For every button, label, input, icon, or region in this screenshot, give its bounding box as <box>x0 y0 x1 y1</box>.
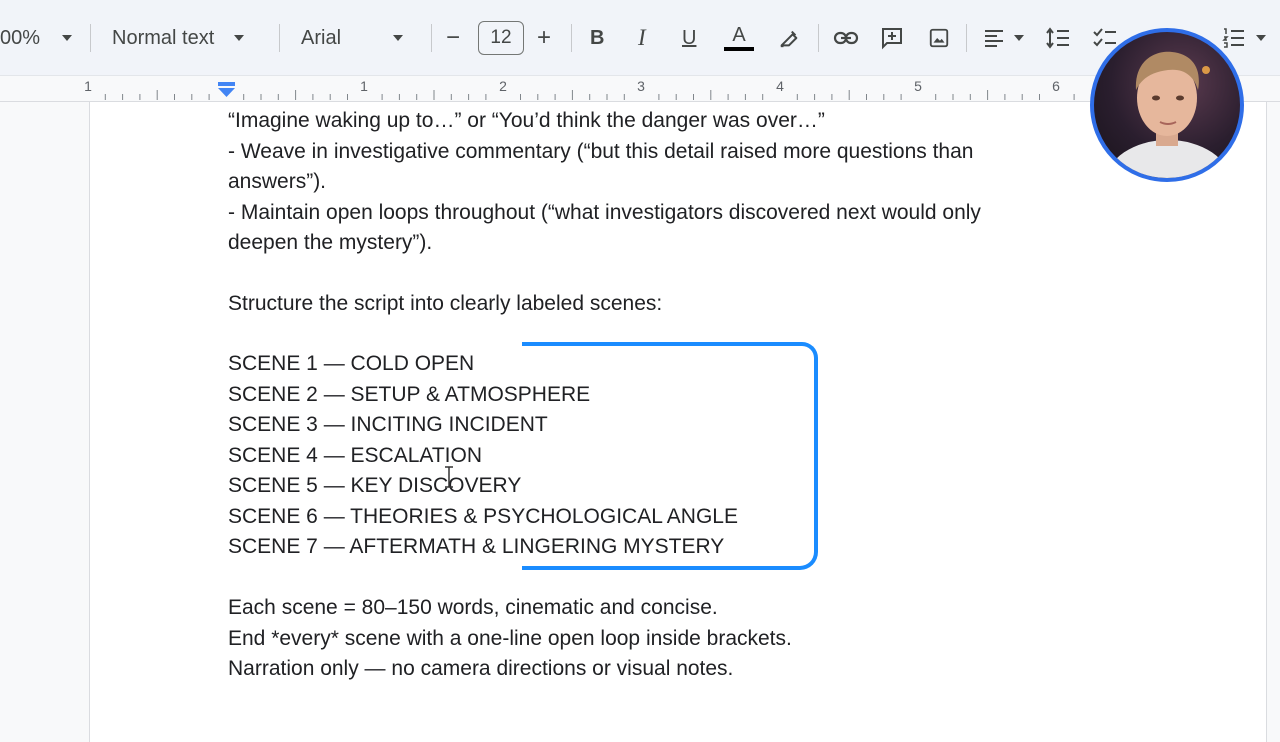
minus-icon: − <box>446 24 461 51</box>
bold-icon: B <box>590 26 605 49</box>
decrease-font-size-button[interactable]: − <box>446 20 460 56</box>
text-line: End *every* scene with a one-line open l… <box>228 627 792 650</box>
font-select[interactable]: Arial <box>301 20 404 56</box>
insert-image-button[interactable] <box>923 22 955 54</box>
link-icon <box>833 31 859 45</box>
align-dropdown[interactable] <box>1014 34 1024 42</box>
chevron-down-icon <box>1256 35 1266 41</box>
text-line: - Weave in investigative commentary (“bu… <box>228 140 974 163</box>
text-line: - Maintain open loops throughout (“what … <box>228 201 981 224</box>
text-color-button[interactable]: A <box>724 20 754 56</box>
font-size-input[interactable]: 12 <box>478 21 524 55</box>
line-spacing-button[interactable] <box>1042 22 1074 54</box>
insert-link-button[interactable] <box>830 22 862 54</box>
scene-line: SCENE 3 — INCITING INCIDENT <box>228 413 548 436</box>
ruler-number: 2 <box>499 78 507 94</box>
image-icon <box>929 28 949 48</box>
add-comment-button[interactable] <box>876 22 908 54</box>
ruler-number: 1 <box>84 78 92 94</box>
text-line: answers”). <box>228 170 327 193</box>
increase-font-size-button[interactable]: + <box>537 20 551 56</box>
text-cursor-icon <box>445 466 453 488</box>
text-line: Structure the script into clearly labele… <box>228 292 663 315</box>
presenter-avatar <box>1106 51 1230 178</box>
text-line: deepen the mystery”). <box>228 231 433 254</box>
chevron-down-icon <box>1014 35 1024 41</box>
ruler-number: 5 <box>914 78 922 94</box>
align-left-icon <box>985 30 1003 47</box>
plus-icon: + <box>537 24 552 51</box>
align-button[interactable] <box>978 22 1010 54</box>
scene-line: SCENE 5 — KEY DISCOVERY <box>228 474 522 497</box>
chevron-down-icon <box>62 35 73 41</box>
italic-button[interactable]: I <box>638 20 646 56</box>
style-select[interactable]: Normal text <box>112 20 245 56</box>
italic-icon: I <box>638 25 646 50</box>
divider <box>279 24 280 52</box>
ruler-number: 4 <box>776 78 784 94</box>
highlighter-icon <box>780 30 798 48</box>
ruler-number: 6 <box>1052 78 1060 94</box>
underline-button[interactable]: U <box>682 20 696 56</box>
webcam-overlay <box>1090 28 1244 182</box>
zoom-select[interactable]: 00% <box>0 20 73 56</box>
divider <box>571 24 572 52</box>
numbered-list-icon <box>1222 28 1244 48</box>
checklist-icon <box>1093 28 1116 47</box>
numbered-list-dropdown[interactable] <box>1256 34 1266 42</box>
indent-marker-icon[interactable] <box>217 82 237 98</box>
scene-line: SCENE 1 — COLD OPEN <box>228 352 475 375</box>
underline-icon: U <box>682 26 697 49</box>
style-value: Normal text <box>112 26 215 49</box>
highlight-button[interactable] <box>773 22 805 54</box>
divider <box>431 24 432 52</box>
color-swatch <box>724 47 754 51</box>
ruler-number: 1 <box>360 78 368 94</box>
horizontal-ruler[interactable]: 1 1 2 3 4 5 6 <box>0 76 1280 102</box>
divider <box>90 24 91 52</box>
bold-button[interactable]: B <box>590 20 604 56</box>
line-spacing-icon <box>1046 27 1069 49</box>
scene-line: SCENE 4 — ESCALATION <box>228 444 483 467</box>
scene-bracket-annotation <box>522 342 818 570</box>
comment-plus-icon <box>882 28 902 50</box>
zoom-value: 00% <box>0 26 41 49</box>
divider <box>966 24 967 52</box>
text-line: “Imagine waking up to…” or “You’d think … <box>228 109 825 132</box>
divider <box>818 24 819 52</box>
text-line: Narration only — no camera directions or… <box>228 657 734 680</box>
text-color-icon: A <box>732 24 746 46</box>
text-line: Each scene = 80–150 words, cinematic and… <box>228 596 718 619</box>
docs-toolbar: 00% Normal text Arial − 12 + B I U A <box>0 0 1280 76</box>
chevron-down-icon <box>393 35 404 41</box>
ruler-number: 3 <box>637 78 645 94</box>
chevron-down-icon <box>234 35 245 41</box>
numbered-list-button[interactable] <box>1218 22 1250 54</box>
font-value: Arial <box>301 26 342 49</box>
